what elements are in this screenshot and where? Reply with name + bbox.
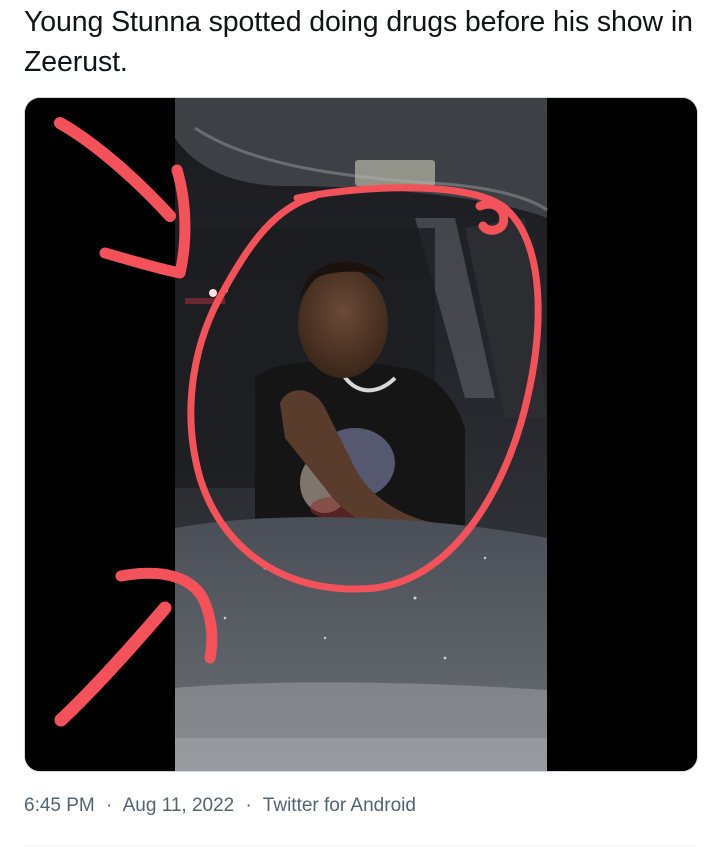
media-image — [25, 98, 697, 771]
divider — [24, 845, 696, 846]
tweet-media[interactable] — [24, 97, 698, 772]
tweet-source-link[interactable]: Twitter for Android — [263, 795, 416, 816]
tweet-text: Young Stunna spotted doing drugs before … — [24, 6, 693, 78]
tweet-meta: 6:45 PM · Aug 11, 2022 · Twitter for And… — [24, 794, 416, 818]
tweet-time-link[interactable]: 6:45 PM — [24, 795, 95, 816]
meta-separator: · — [106, 795, 113, 816]
meta-separator: · — [245, 795, 252, 816]
tweet-date-link[interactable]: Aug 11, 2022 — [123, 795, 235, 816]
